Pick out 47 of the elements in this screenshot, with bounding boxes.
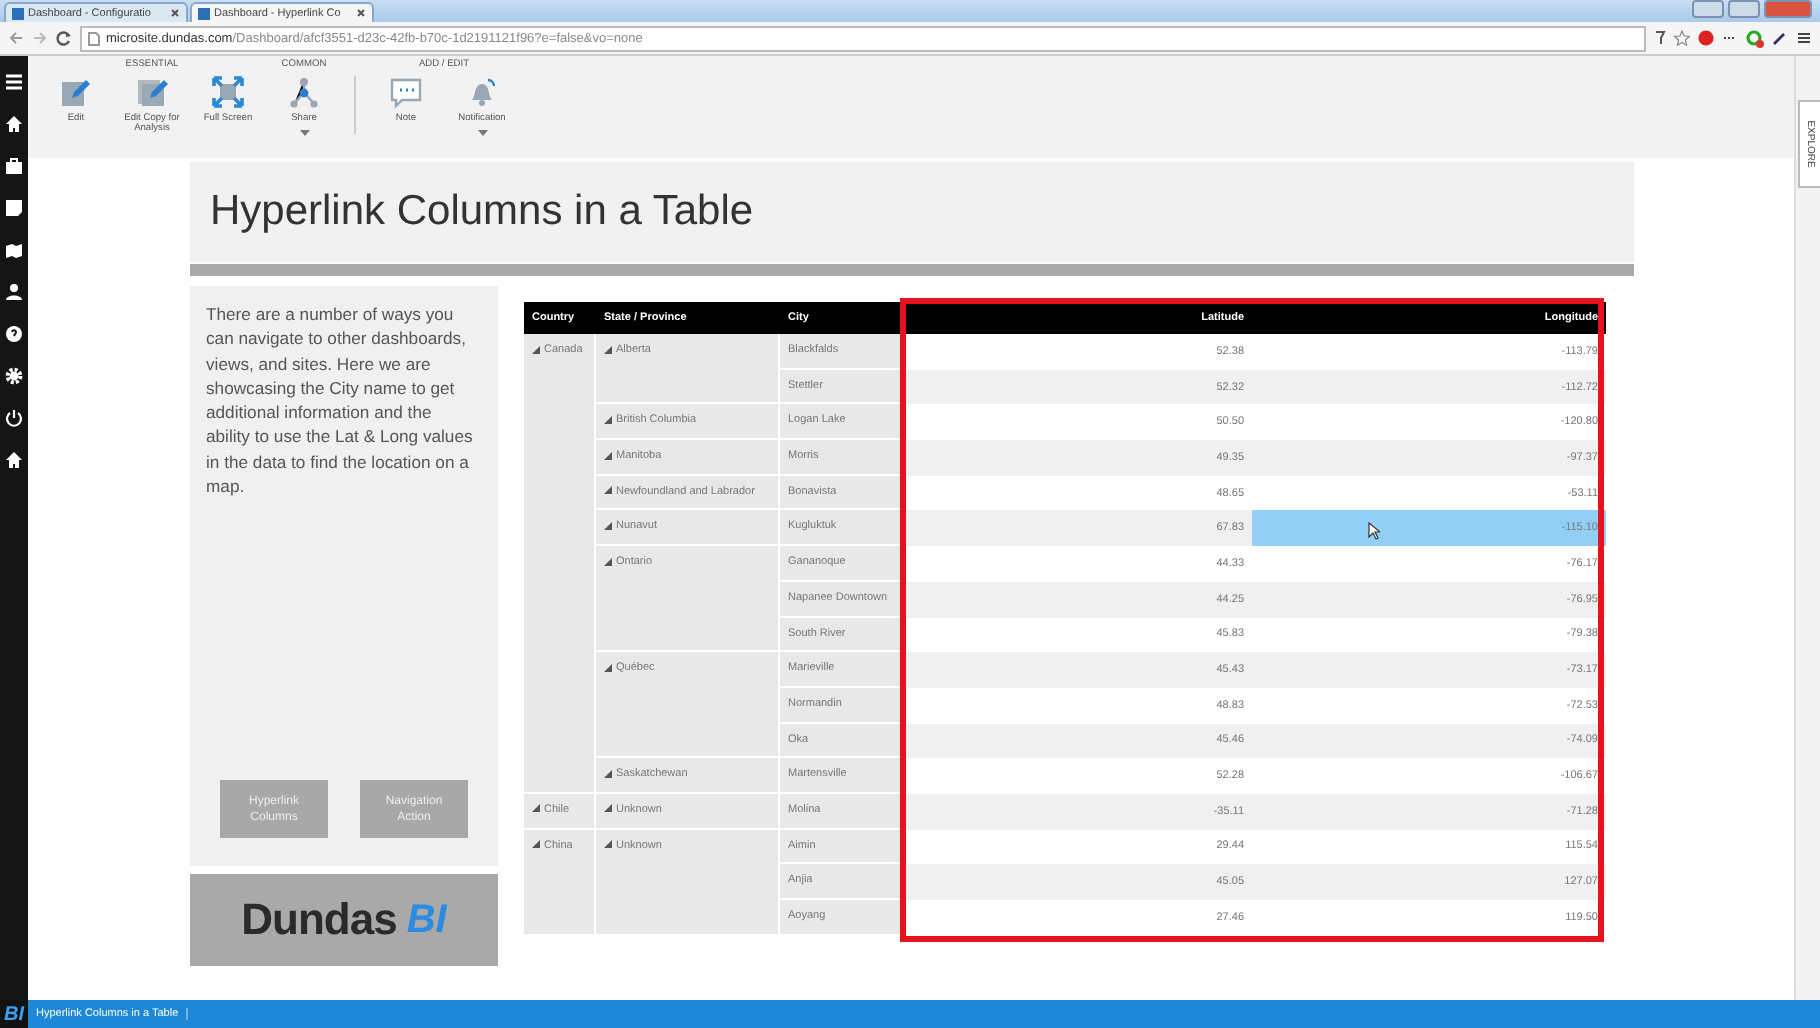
expanded-icon[interactable] — [604, 840, 612, 849]
map-icon[interactable] — [4, 240, 24, 260]
expanded-icon[interactable] — [604, 415, 612, 424]
reload-icon[interactable] — [56, 30, 72, 46]
extension-icon[interactable] — [1746, 29, 1764, 47]
expanded-icon[interactable] — [604, 557, 612, 566]
close-icon[interactable] — [356, 8, 366, 18]
expanded-icon[interactable] — [532, 804, 540, 813]
stop-sign-icon[interactable] — [1698, 30, 1714, 46]
expanded-icon[interactable] — [532, 345, 540, 353]
page-icon — [88, 31, 100, 45]
help-icon[interactable] — [4, 324, 24, 344]
expanded-icon[interactable] — [604, 804, 612, 813]
page-title: Hyperlink Columns in a Table — [190, 162, 1634, 262]
expanded-icon[interactable] — [604, 451, 612, 460]
page-icon — [198, 7, 210, 19]
home-icon[interactable] — [4, 450, 24, 470]
expand-arrows-icon — [212, 76, 244, 108]
pencil-copy-icon — [136, 76, 168, 108]
menu-icon[interactable] — [1796, 30, 1812, 46]
cursor-icon — [1368, 522, 1380, 541]
expanded-icon[interactable] — [604, 663, 612, 672]
logo-wordmark: Dundas — [241, 894, 397, 946]
share-nodes-icon — [288, 76, 320, 108]
expanded-icon[interactable] — [604, 769, 612, 778]
home-icon[interactable] — [4, 114, 24, 134]
back-icon[interactable] — [8, 30, 24, 46]
caret-icon[interactable] — [477, 130, 487, 136]
description-text: There are a number of ways you can navigate to other dashboards, views, and sites. Here we are showcasing the City name to get additional information and the ability to use the Lat & Long values in the data to find the location on a map. — [206, 302, 474, 499]
bell-icon — [466, 76, 498, 108]
pencil-icon — [60, 76, 92, 108]
logo-mark: BI — [406, 897, 447, 943]
app-logo: BI — [0, 1000, 28, 1028]
page-icon — [12, 7, 24, 19]
expanded-icon[interactable] — [532, 840, 540, 849]
caret-icon[interactable] — [299, 130, 309, 136]
briefcase-icon[interactable] — [4, 156, 24, 176]
settings-icon[interactable] — [4, 366, 24, 386]
speech-bubble-icon — [390, 76, 422, 108]
expanded-icon[interactable] — [604, 345, 612, 353]
expanded-icon[interactable] — [604, 521, 612, 530]
close-icon[interactable] — [170, 8, 180, 18]
expanded-icon[interactable] — [604, 486, 612, 495]
document-icon[interactable] — [4, 198, 24, 218]
star-icon[interactable] — [1674, 30, 1690, 46]
power-icon[interactable] — [4, 408, 24, 428]
user-icon[interactable] — [4, 282, 24, 302]
